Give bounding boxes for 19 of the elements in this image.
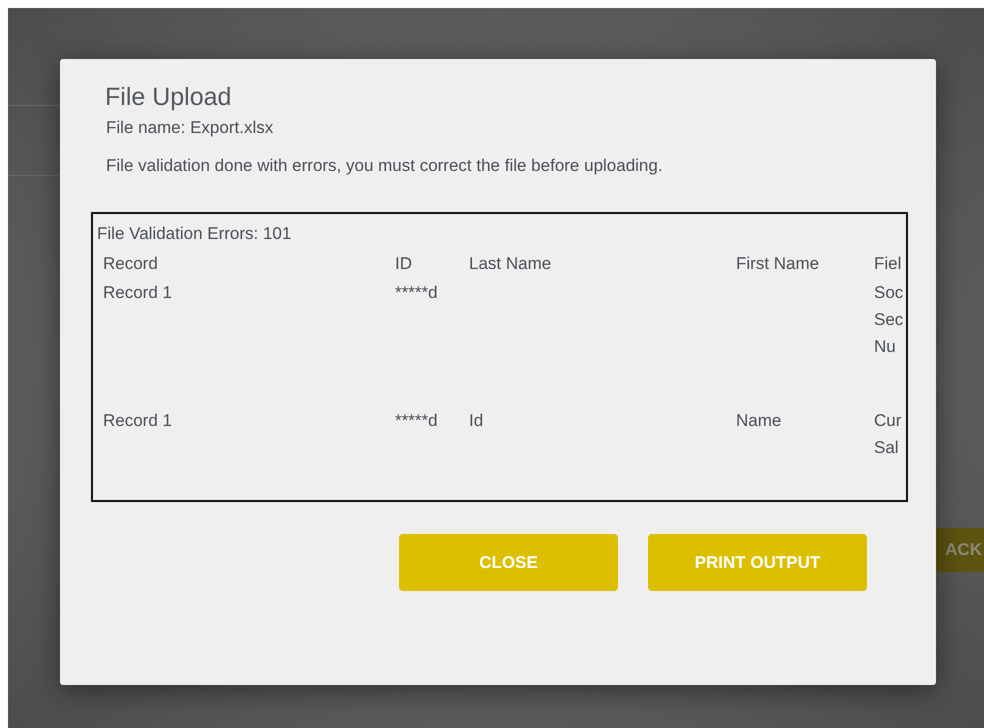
table-cell-text: Cur Sal	[874, 410, 902, 459]
dialog-title: File Upload	[105, 83, 232, 112]
table-cell-text: Id	[469, 410, 484, 432]
column-header: First Name	[736, 253, 820, 275]
table-cell-text: *****d	[395, 410, 439, 432]
column-header: Last Name	[469, 253, 552, 275]
table-cell-text: Record 1	[103, 410, 173, 432]
print-button[interactable]: PRINT OUTPUT	[648, 534, 867, 591]
column-header: Fiel	[874, 253, 902, 275]
column-header: Record	[103, 253, 159, 275]
close-button[interactable]: CLOSE	[399, 534, 618, 591]
column-header: ID	[395, 253, 413, 275]
error-count: File Validation Errors: 101	[97, 224, 292, 244]
table-cell-text: *****d	[395, 282, 439, 304]
table-cell-text: Name	[736, 410, 782, 432]
error-message: File validation done with errors, you must correct the file before uploading.	[106, 156, 664, 176]
table-cell-text: Soc Sec Nu	[874, 282, 904, 358]
file-name-text: File name: Export.xlsx	[106, 118, 274, 138]
table-cell-text: Record 1	[103, 282, 173, 304]
